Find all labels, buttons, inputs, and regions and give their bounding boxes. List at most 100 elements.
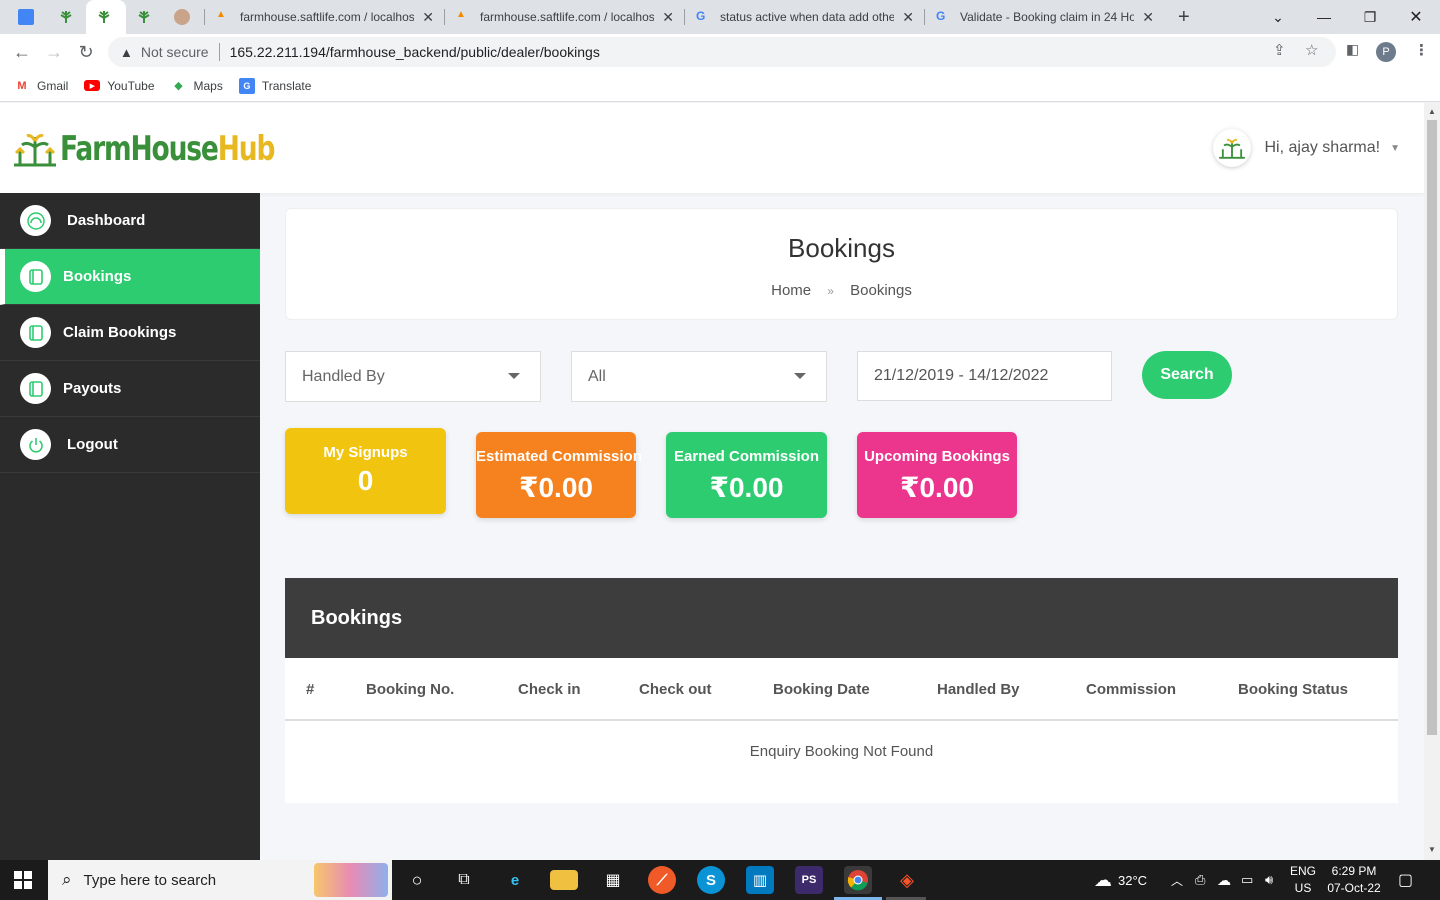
double-chevron-icon: » <box>827 284 834 298</box>
tray-chevron-icon[interactable]: ︿ <box>1171 860 1183 900</box>
task-view-icon[interactable]: ⧉ <box>450 866 478 894</box>
side-panel-icon[interactable]: ◧ <box>1346 41 1359 58</box>
breadcrumb-home[interactable]: Home <box>771 282 811 299</box>
sidebar-item-claim-bookings[interactable]: Claim Bookings <box>0 305 260 361</box>
notebook-icon <box>20 373 51 404</box>
chrome-icon[interactable] <box>844 866 872 894</box>
tab-phpmyadmin-1[interactable]: ▲ farmhouse.saftlife.com / localhos ✕ <box>206 0 444 34</box>
tab-phpmyadmin-2[interactable]: ▲ farmhouse.saftlife.com / localhos ✕ <box>446 0 684 34</box>
edge-icon[interactable]: e <box>501 866 529 894</box>
table-header-row: # Booking No. Check in Check out Booking… <box>285 658 1398 721</box>
youtube-icon: ▶ <box>84 80 101 91</box>
close-tab-icon[interactable]: ✕ <box>662 9 674 26</box>
date-range-input[interactable]: 21/12/2019 - 14/12/2022 <box>857 351 1112 401</box>
store-icon[interactable]: ▦ <box>599 866 627 894</box>
notification-icon[interactable]: ▢ <box>1398 860 1413 900</box>
security-label[interactable]: Not secure <box>141 44 209 60</box>
volume-icon[interactable]: 🔊︎ <box>1265 860 1273 900</box>
profile-avatar[interactable]: P <box>1376 42 1396 62</box>
bookmark-maps[interactable]: ◆ Maps <box>171 78 223 94</box>
url-text[interactable]: 165.22.211.194/farmhouse_backend/public/… <box>230 44 600 60</box>
tab-docs[interactable] <box>8 0 48 34</box>
status-select[interactable]: All <box>571 351 827 402</box>
tab-farmhouse-1[interactable] <box>48 0 86 34</box>
skype-icon[interactable]: S <box>697 866 725 894</box>
share-icon[interactable]: ⇪ <box>1273 41 1286 59</box>
bookmark-youtube[interactable]: ▶ YouTube <box>84 79 155 93</box>
person-favicon <box>174 9 190 25</box>
tab-farmhouse-3[interactable] <box>126 0 164 34</box>
bookmark-translate[interactable]: G Translate <box>238 77 311 94</box>
tab-avatar[interactable] <box>164 0 204 34</box>
google-icon: G <box>696 9 706 23</box>
close-tab-icon[interactable]: ✕ <box>902 9 914 26</box>
back-icon[interactable]: ← <box>10 40 34 64</box>
farm-logo-icon <box>14 134 56 167</box>
forward-icon[interactable]: → <box>42 40 66 64</box>
column-header[interactable]: Handled By <box>937 681 1020 698</box>
notebook-icon <box>20 261 51 292</box>
taskbar-search[interactable]: ⌕ Type here to search <box>48 860 392 900</box>
column-header[interactable]: Check in <box>518 681 581 698</box>
dropdown-arrow-icon <box>508 373 520 379</box>
tab-google-search-1[interactable]: G status active when data add othe ✕ <box>686 0 924 34</box>
user-menu[interactable]: Hi, ajay sharma! ▼ <box>1212 129 1400 167</box>
farmhousehub-logo[interactable]: FarmHouseHub <box>14 129 335 169</box>
close-tab-icon[interactable]: ✕ <box>422 9 434 26</box>
column-header[interactable]: Booking Date <box>773 681 870 698</box>
browser-tab-strip: ▲ farmhouse.saftlife.com / localhos ✕ ▲ … <box>0 0 1440 34</box>
maximize-button[interactable]: ❐ <box>1347 0 1393 34</box>
scroll-down-icon[interactable]: ▼ <box>1428 845 1436 854</box>
stat-card-upcoming-bookings: Upcoming Bookings ₹0.00 <box>857 432 1017 518</box>
language-indicator[interactable]: ENG US <box>1290 863 1316 897</box>
minimize-button[interactable]: — <box>1301 0 1347 34</box>
phpstorm-icon[interactable]: PS <box>795 866 823 894</box>
stat-card-earned-commission: Earned Commission ₹0.00 <box>666 432 827 518</box>
windows-start-icon[interactable] <box>14 871 32 889</box>
system-clock[interactable]: 6:29 PM 07-Oct-22 <box>1318 863 1390 897</box>
tab-search-icon[interactable]: ⌄ <box>1255 0 1301 34</box>
device-icon[interactable]: ⎙ <box>1195 860 1205 900</box>
sidebar-item-label: Logout <box>67 436 118 453</box>
power-icon <box>20 429 51 460</box>
sidebar: Dashboard Bookings Claim Bookings Payout… <box>0 193 260 860</box>
brave-icon[interactable]: ◈ <box>893 866 921 894</box>
scrollbar-thumb[interactable] <box>1427 120 1437 735</box>
weather-widget[interactable]: ☁ 32°C <box>1094 860 1147 900</box>
onedrive-icon[interactable]: ☁ <box>1217 860 1231 900</box>
column-header[interactable]: Check out <box>639 681 712 698</box>
logo-text: FarmHouseHub <box>60 129 275 169</box>
trello-icon[interactable]: ▥ <box>746 866 774 894</box>
search-button[interactable]: Search <box>1142 351 1232 399</box>
tab-farmhouse-active[interactable] <box>86 0 126 34</box>
bookmark-gmail[interactable]: M Gmail <box>14 78 68 94</box>
handled-by-select[interactable]: Handled By <box>285 351 541 402</box>
column-header[interactable]: # <box>306 681 314 698</box>
page-title-card: Bookings Home » Bookings <box>285 208 1398 320</box>
windows-taskbar: ⌕ Type here to search ○ ⧉ e ▦ ⟋ S ▥ PS ◈… <box>0 860 1440 900</box>
menu-dots-icon[interactable]: ⋮ <box>1414 41 1429 59</box>
column-header[interactable]: Commission <box>1086 681 1176 698</box>
sidebar-item-payouts[interactable]: Payouts <box>0 361 260 417</box>
bookmark-star-icon[interactable]: ☆ <box>1305 41 1318 59</box>
file-explorer-icon[interactable] <box>550 870 578 890</box>
sidebar-item-logout[interactable]: Logout <box>0 417 260 473</box>
postman-icon[interactable]: ⟋ <box>648 866 676 894</box>
network-icon[interactable]: ▭ <box>1241 860 1253 900</box>
cortana-icon[interactable]: ○ <box>403 866 431 894</box>
new-tab-button[interactable]: + <box>1168 0 1198 34</box>
farmhouse-favicon <box>58 9 74 25</box>
column-header[interactable]: Booking No. <box>366 681 454 698</box>
sidebar-item-dashboard[interactable]: Dashboard <box>0 193 260 249</box>
tab-google-search-2[interactable]: G Validate - Booking claim in 24 Ho ✕ <box>926 0 1164 34</box>
column-header[interactable]: Booking Status <box>1238 681 1348 698</box>
page-scrollbar[interactable]: ▲ ▼ <box>1424 103 1440 860</box>
close-window-button[interactable]: ✕ <box>1393 0 1439 34</box>
address-bar[interactable]: ▲ Not secure 165.22.211.194/farmhouse_ba… <box>108 37 1336 67</box>
sidebar-item-bookings[interactable]: Bookings <box>0 249 260 305</box>
reload-icon[interactable]: ↻ <box>74 40 98 64</box>
dashboard-icon <box>20 205 51 236</box>
scroll-up-icon[interactable]: ▲ <box>1428 107 1436 116</box>
close-tab-icon[interactable]: ✕ <box>1142 9 1154 26</box>
sidebar-item-label: Claim Bookings <box>63 324 177 341</box>
